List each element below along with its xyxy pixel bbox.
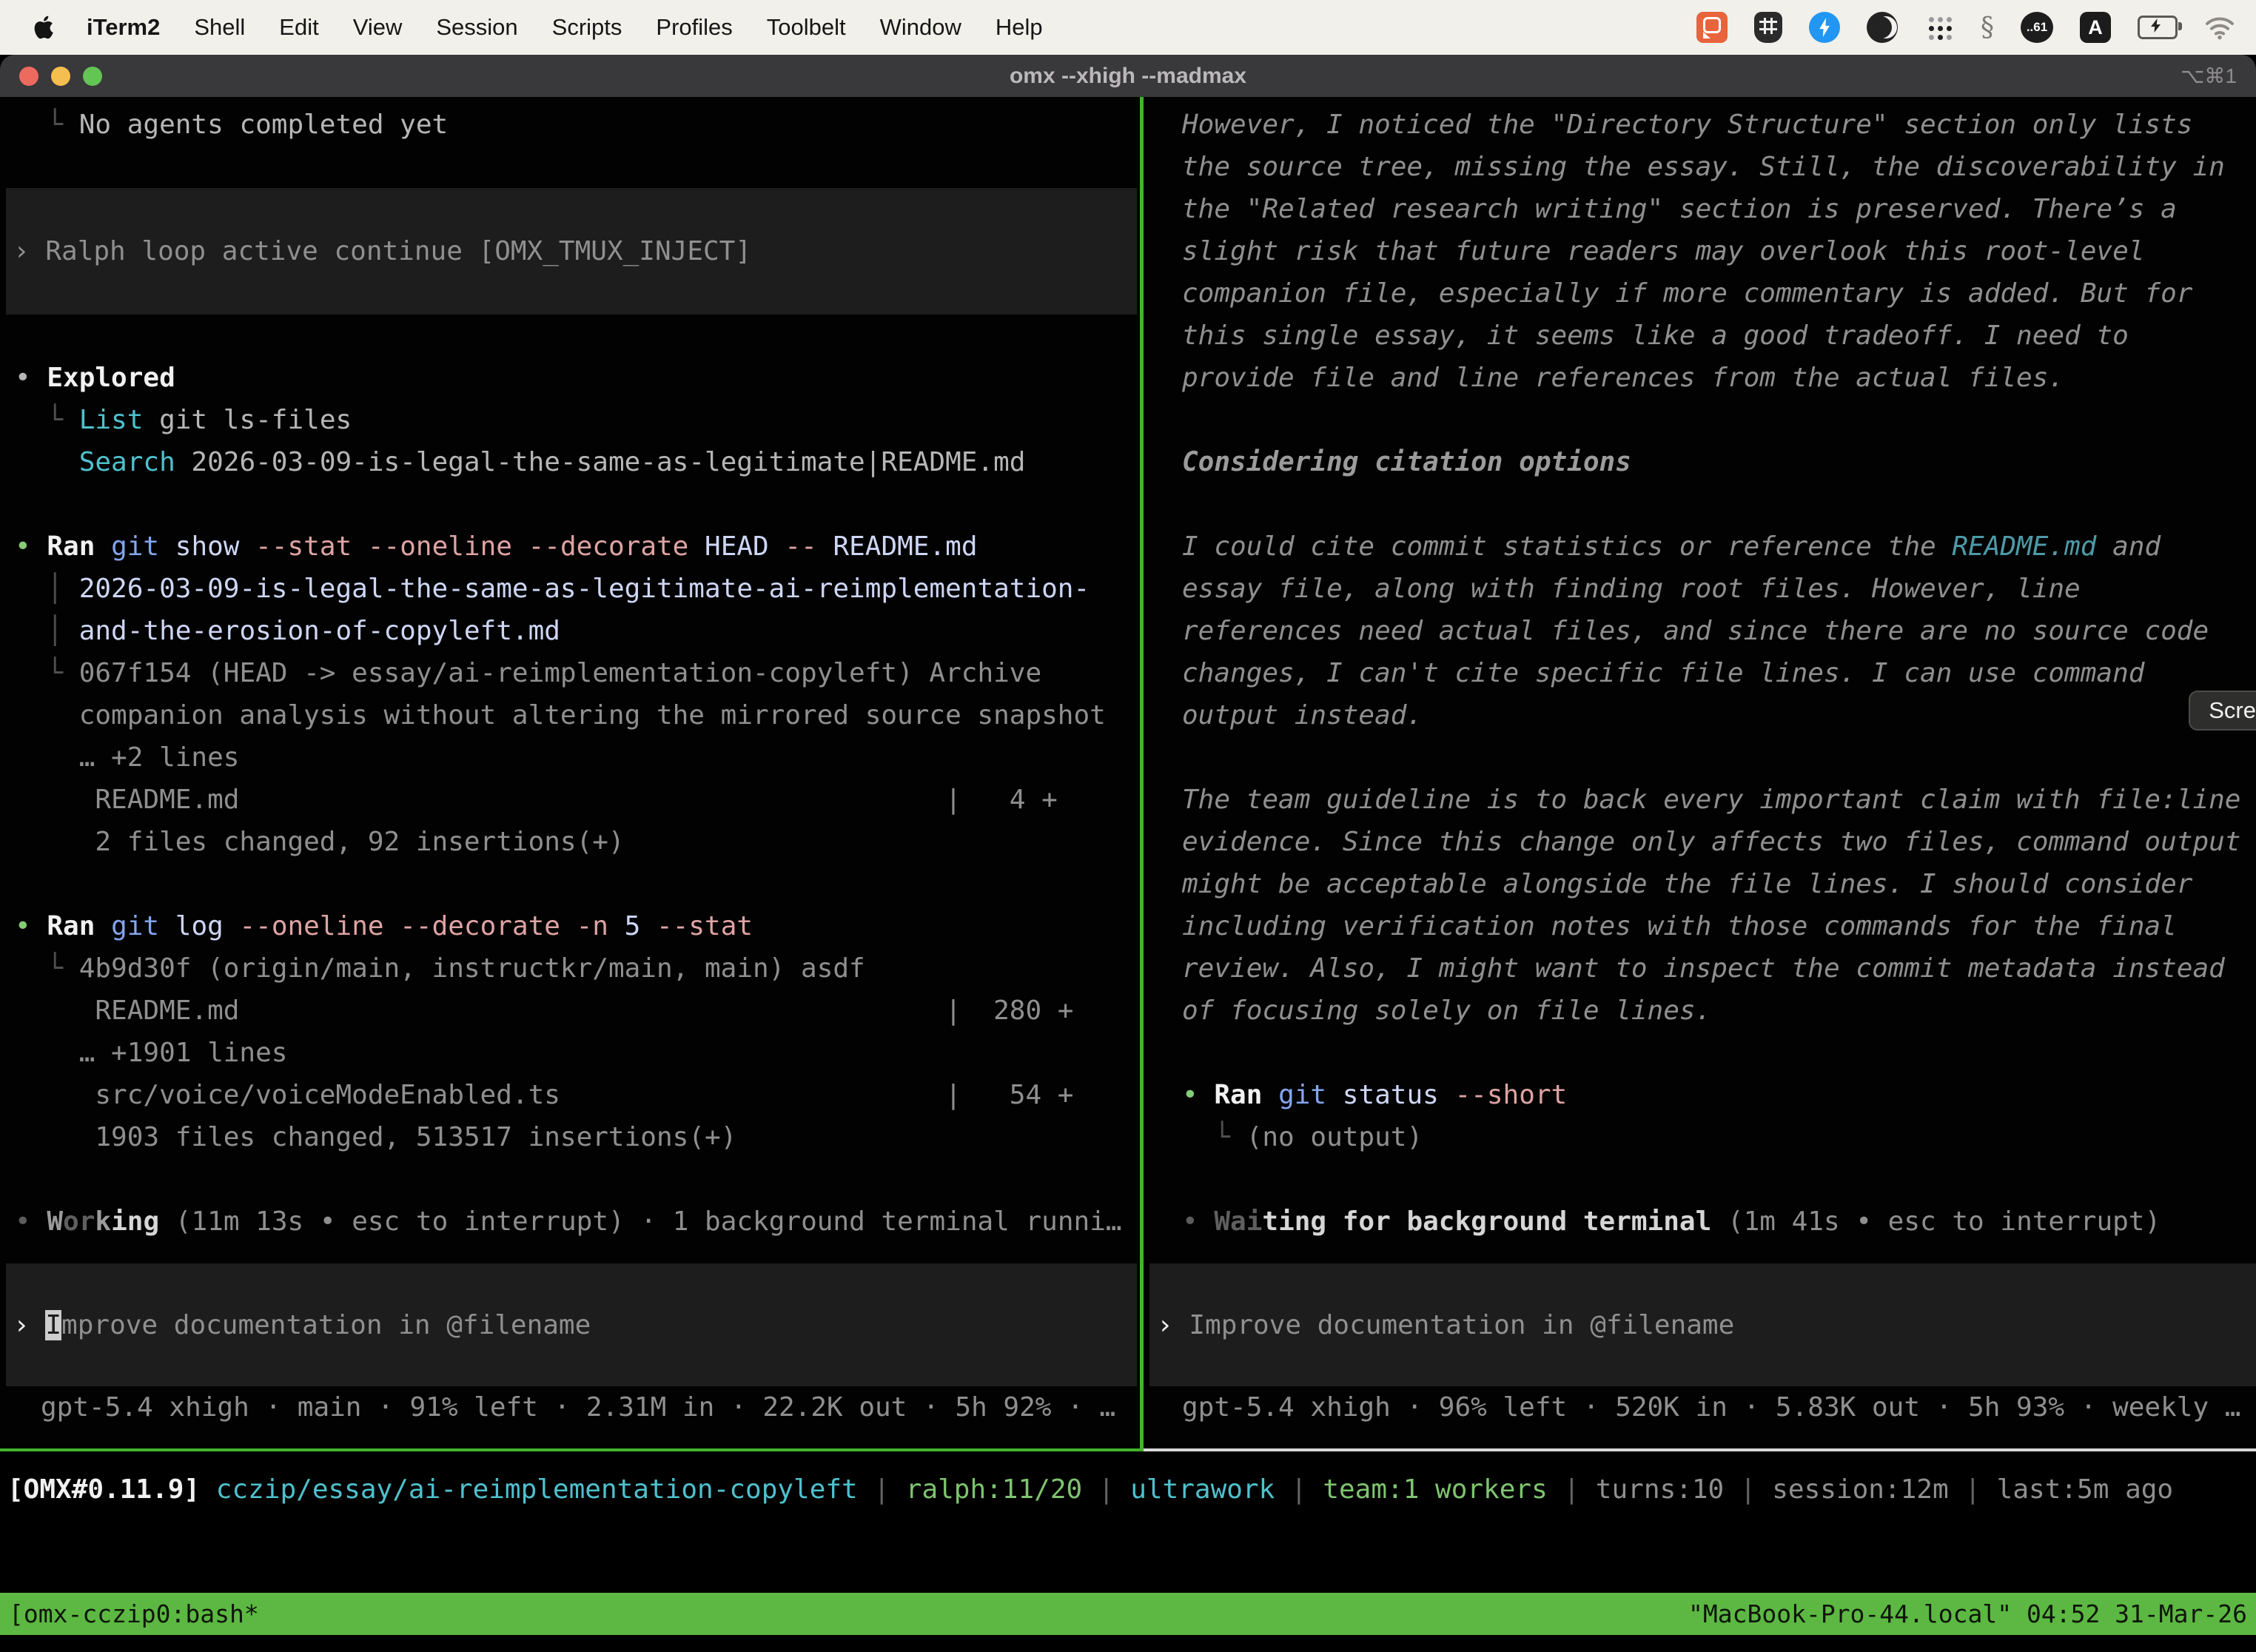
terminal-line: 1903 files changed, 513517 insertions(+) [15,1116,1140,1158]
lightning-app-icon[interactable] [1809,12,1840,43]
terminal-line: slight risk that future readers may over… [1182,230,2256,272]
terminal-line: the "Related research writing" section i… [1182,188,2256,230]
menu-item-help[interactable]: Help [978,14,1060,40]
terminal-line: └ No agents completed yet [15,104,1140,146]
menu-item-scripts[interactable]: Scripts [535,14,639,40]
queued-message-box: › Ralph loop active continue [OMX_TMUX_I… [6,188,1137,315]
text-cursor: I [45,1310,61,1340]
terminal-line: the source tree, missing the essay. Stil… [1182,146,2256,188]
spacer [1182,736,2256,779]
terminal-line: companion analysis without altering the … [15,694,1140,736]
terminal-line: │ and-the-erosion-of-copyleft.md [15,610,1140,652]
session-status-line: gpt-5.4 xhigh · 96% left · 520K in · 5.8… [1182,1386,2256,1428]
spacer [1182,483,2256,526]
window-title: omx --xhigh --madmax [0,55,2256,97]
menu-items: iTerm2ShellEditViewSessionScriptsProfile… [70,14,1060,41]
pane-divider-horizontal-right[interactable] [1144,1448,2256,1451]
terminal-line: However, I noticed the "Directory Struct… [1182,104,2256,146]
terminal-line: output instead. [1182,694,2256,736]
terminal-line: • Explored [15,357,1140,399]
prompt-input-right[interactable]: › Improve documentation in @filename [1149,1263,2256,1386]
terminal-line: The team guideline is to back every impo… [1182,779,2256,821]
spacer [15,483,1140,526]
terminal-line: evidence. Since this change only affects… [1182,821,2256,863]
tmux-status-bar: [omx-cczip0:bash* "MacBook-Pro-44.local"… [0,1593,2256,1635]
spacer [15,146,1140,188]
menu-bar-status-icons: § ..61 A [1696,12,2235,43]
terminal-pane-right[interactable]: However, I noticed the "Directory Struct… [1144,97,2256,1428]
screen-tooltip-label: Scre [2209,697,2256,724]
menu-item-window[interactable]: Window [863,14,978,40]
terminal-line: README.md | 280 + [15,990,1140,1032]
terminal-line: references need actual files, and since … [1182,610,2256,652]
screen-tooltip: Scre [2189,691,2256,731]
terminal-line: └ List git ls-files [15,399,1140,441]
session-status-line: gpt-5.4 xhigh · main · 91% left · 2.31M … [15,1386,1140,1428]
apple-menu-icon[interactable] [31,14,58,41]
tmux-host-clock-label: "MacBook-Pro-44.local" 04:52 31-Mar-26 [1688,1593,2247,1635]
terminal-line: • Ran git show --stat --oneline --decora… [15,526,1140,568]
terminal-line: review. Also, I might want to inspect th… [1182,947,2256,990]
wifi-icon[interactable] [2204,15,2235,40]
dots-grid-icon[interactable] [1924,13,1954,42]
menu-item-view[interactable]: View [336,14,420,40]
badge-61-icon[interactable]: ..61 [2021,12,2053,43]
pane-divider-vertical[interactable] [1140,97,1144,1448]
terminal-line: README.md | 4 + [15,779,1140,821]
terminal-line: … +1901 lines [15,1032,1140,1074]
terminal-line: └ (no output) [1182,1116,2256,1158]
spacer [1182,399,2256,441]
spacer [1182,1032,2256,1074]
prompt-input-left[interactable]: › Improve documentation in @filename [6,1263,1137,1386]
spacer [1182,1158,2256,1201]
window-shortcut-badge: ⌥⌘1 [2181,55,2237,97]
omx-status-bar: [OMX#0.11.9] cczip/essay/ai-reimplementa… [7,1468,2173,1511]
terminal-line: • Waiting for background terminal (1m 41… [1182,1201,2256,1243]
spacer [15,315,1140,357]
terminal-line: provide file and line references from th… [1182,357,2256,399]
terminal-line: › Improve documentation in @filename [13,1304,591,1346]
terminal-line: • Working (11m 13s • esc to interrupt) ·… [15,1201,1140,1243]
menu-item-toolbelt[interactable]: Toolbelt [750,14,863,40]
menu-item-edit[interactable]: Edit [262,14,335,40]
terminal-line: └ 4b9d30f (origin/main, instructkr/main,… [15,947,1140,990]
squiggle-icon[interactable]: § [1981,13,1994,43]
spacer [15,863,1140,905]
terminal-line: … +2 lines [15,736,1140,779]
terminal-line: might be acceptable alongside the file l… [1182,863,2256,905]
terminal-line: companion file, especially if more comme… [1182,272,2256,315]
macos-menu-bar: iTerm2ShellEditViewSessionScriptsProfile… [0,0,2256,55]
crescent-moon-icon[interactable] [1867,12,1898,43]
terminal-line: this single essay, it seems like a good … [1182,315,2256,357]
terminal-pane-left[interactable]: └ No agents completed yet › Ralph loop ac… [0,97,1140,1428]
terminal-line: 2 files changed, 92 insertions(+) [15,821,1140,863]
menu-item-session[interactable]: Session [419,14,534,40]
screen-recording-indicator-icon[interactable] [1696,12,1728,43]
menu-item-profiles[interactable]: Profiles [639,14,749,40]
letter-a-icon[interactable]: A [2080,12,2111,43]
terminal-line: › Ralph loop active continue [OMX_TMUX_I… [13,230,751,272]
terminal-line: Considering citation options [1182,441,2256,483]
menu-item-iterm2[interactable]: iTerm2 [70,14,177,40]
terminal-line: src/voice/voiceModeEnabled.ts | 54 + [15,1074,1140,1116]
terminal-line: • Ran git log --oneline --decorate -n 5 … [15,905,1140,947]
spacer [15,1158,1140,1201]
terminal-line: essay file, along with finding root file… [1182,568,2256,610]
terminal-line: changes, I can't cite specific file line… [1182,652,2256,694]
terminal-line: › Improve documentation in @filename [1157,1304,1734,1346]
window-title-bar: omx --xhigh --madmax ⌥⌘1 [0,55,2256,97]
battery-charging-icon[interactable] [2138,16,2178,39]
terminal-line: I could cite commit statistics or refere… [1182,526,2256,568]
terminal-line: of focusing solely on file lines. [1182,990,2256,1032]
terminal-content[interactable]: └ No agents completed yet › Ralph loop ac… [0,97,2256,1448]
menu-item-shell[interactable]: Shell [177,14,262,40]
terminal-line: • Ran git status --short [1182,1074,2256,1116]
pane-divider-horizontal-left[interactable] [0,1448,1144,1451]
terminal-line: └ 067f154 (HEAD -> essay/ai-reimplementa… [15,652,1140,694]
tmux-session-label: [omx-cczip0:bash* [9,1593,259,1635]
shield-grid-icon[interactable] [1754,12,1782,43]
terminal-line: Search 2026-03-09-is-legal-the-same-as-l… [15,441,1140,483]
terminal-line: including verification notes with those … [1182,905,2256,947]
terminal-line: │ 2026-03-09-is-legal-the-same-as-legiti… [15,568,1140,610]
